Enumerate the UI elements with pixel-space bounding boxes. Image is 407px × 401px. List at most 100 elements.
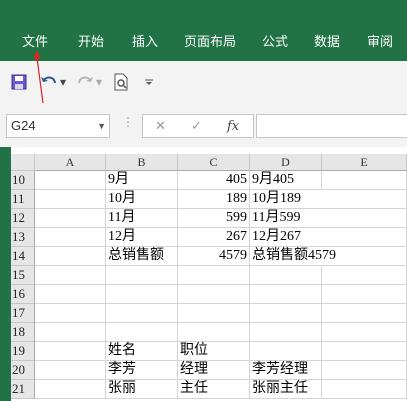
- select-all-corner[interactable]: [11, 154, 35, 171]
- cell-e12[interactable]: [322, 209, 407, 228]
- cell-d19[interactable]: [250, 342, 322, 361]
- cell-c18[interactable]: [178, 323, 250, 342]
- worksheet-grid[interactable]: A B C D E 10 9月 405 9月405 11 10月 189 10月189 12 11…: [11, 154, 407, 401]
- cell-d13[interactable]: 12月267: [250, 228, 322, 247]
- cell-a17[interactable]: [35, 304, 106, 323]
- redo-dropdown-icon[interactable]: ▾: [94, 73, 104, 91]
- cell-b10[interactable]: 9月: [106, 171, 178, 190]
- cell-a13[interactable]: [35, 228, 106, 247]
- cell-a12[interactable]: [35, 209, 106, 228]
- row-header[interactable]: 10: [11, 171, 35, 190]
- row-header[interactable]: 14: [11, 247, 35, 266]
- cell-a15[interactable]: [35, 266, 106, 285]
- cell-e13[interactable]: [322, 228, 407, 247]
- undo-dropdown-icon[interactable]: ▾: [58, 73, 68, 91]
- cell-c14[interactable]: 4579: [178, 247, 250, 266]
- formula-input[interactable]: [256, 114, 407, 138]
- cell-b15[interactable]: [106, 266, 178, 285]
- cell-b14[interactable]: 总销售额: [106, 247, 178, 266]
- cell-e15[interactable]: [322, 266, 407, 285]
- cell-c20[interactable]: 经理: [178, 361, 250, 380]
- cancel-icon[interactable]: ✕: [155, 119, 166, 134]
- name-box[interactable]: G24 ▼: [6, 114, 110, 138]
- cell-d18[interactable]: [250, 323, 322, 342]
- customize-toolbar-icon[interactable]: [140, 73, 158, 91]
- print-preview-icon[interactable]: [112, 73, 130, 91]
- cell-e11[interactable]: [322, 190, 407, 209]
- cell-a16[interactable]: [35, 285, 106, 304]
- tab-formulas[interactable]: 公式: [262, 30, 288, 56]
- column-header-c[interactable]: C: [178, 154, 250, 171]
- cell-a20[interactable]: [35, 361, 106, 380]
- cell-b19[interactable]: 姓名: [106, 342, 178, 361]
- cell-c13[interactable]: 267: [178, 228, 250, 247]
- cell-a19[interactable]: [35, 342, 106, 361]
- cell-d16[interactable]: [250, 285, 322, 304]
- cell-c19[interactable]: 职位: [178, 342, 250, 361]
- row-header[interactable]: 16: [11, 285, 35, 304]
- cell-b12[interactable]: 11月: [106, 209, 178, 228]
- cell-e19[interactable]: [322, 342, 407, 361]
- tab-home[interactable]: 开始: [78, 30, 104, 56]
- cell-b11[interactable]: 10月: [106, 190, 178, 209]
- row-header[interactable]: 21: [11, 380, 35, 399]
- tab-insert[interactable]: 插入: [132, 30, 158, 56]
- cell-b16[interactable]: [106, 285, 178, 304]
- tab-page-layout[interactable]: 页面布局: [184, 30, 236, 56]
- cell-e21[interactable]: [322, 380, 407, 399]
- column-header-a[interactable]: A: [35, 154, 106, 171]
- enter-icon[interactable]: ✓: [191, 119, 202, 134]
- row-header[interactable]: 11: [11, 190, 35, 209]
- cell-a18[interactable]: [35, 323, 106, 342]
- tab-data[interactable]: 数据: [314, 30, 340, 56]
- cell-a21[interactable]: [35, 380, 106, 399]
- row-header[interactable]: 17: [11, 304, 35, 323]
- cell-d15[interactable]: [250, 266, 322, 285]
- cell-a11[interactable]: [35, 190, 106, 209]
- cell-d20[interactable]: 李芳经理: [250, 361, 322, 380]
- insert-function-icon[interactable]: fx: [227, 119, 239, 134]
- cell-e10[interactable]: [322, 171, 407, 190]
- cell-e17[interactable]: [322, 304, 407, 323]
- redo-icon[interactable]: [76, 73, 94, 91]
- column-header-d[interactable]: D: [250, 154, 322, 171]
- row-header[interactable]: 18: [11, 323, 35, 342]
- row-header[interactable]: 15: [11, 266, 35, 285]
- cell-b20[interactable]: 李芳: [106, 361, 178, 380]
- cell-d21[interactable]: 张丽主任: [250, 380, 322, 399]
- cell-c21[interactable]: 主任: [178, 380, 250, 399]
- cell-c10[interactable]: 405: [178, 171, 250, 190]
- cell-d12[interactable]: 11月599: [250, 209, 322, 228]
- cell-b21[interactable]: 张丽: [106, 380, 178, 399]
- cell-b17[interactable]: [106, 304, 178, 323]
- row-header[interactable]: 19: [11, 342, 35, 361]
- splitter-dots-icon[interactable]: ⋮: [122, 115, 134, 129]
- cell-a10[interactable]: [35, 171, 106, 190]
- column-header-b[interactable]: B: [106, 154, 178, 171]
- cell-e20[interactable]: [322, 361, 407, 380]
- cell-d11[interactable]: 10月189: [250, 190, 322, 209]
- tab-file[interactable]: 文件: [22, 30, 48, 56]
- cell-d17[interactable]: [250, 304, 322, 323]
- cell-c15[interactable]: [178, 266, 250, 285]
- cell-b18[interactable]: [106, 323, 178, 342]
- cell-d14[interactable]: 总销售额4579: [250, 247, 336, 266]
- chevron-down-icon[interactable]: ▼: [97, 115, 106, 137]
- tab-review[interactable]: 审阅: [367, 30, 393, 56]
- undo-icon[interactable]: [40, 73, 58, 91]
- cell-b13[interactable]: 12月: [106, 228, 178, 247]
- row-header[interactable]: 12: [11, 209, 35, 228]
- cell-c11[interactable]: 189: [178, 190, 250, 209]
- cell-d10[interactable]: 9月405: [250, 171, 322, 190]
- cell-a14[interactable]: [35, 247, 106, 266]
- cell-c16[interactable]: [178, 285, 250, 304]
- cell-c17[interactable]: [178, 304, 250, 323]
- cell-e16[interactable]: [322, 285, 407, 304]
- cell-e18[interactable]: [322, 323, 407, 342]
- column-header-e[interactable]: E: [322, 154, 407, 171]
- row-header[interactable]: 13: [11, 228, 35, 247]
- save-icon[interactable]: [10, 73, 28, 91]
- cell-e14[interactable]: [322, 247, 407, 266]
- row-header[interactable]: 20: [11, 361, 35, 380]
- cell-c12[interactable]: 599: [178, 209, 250, 228]
